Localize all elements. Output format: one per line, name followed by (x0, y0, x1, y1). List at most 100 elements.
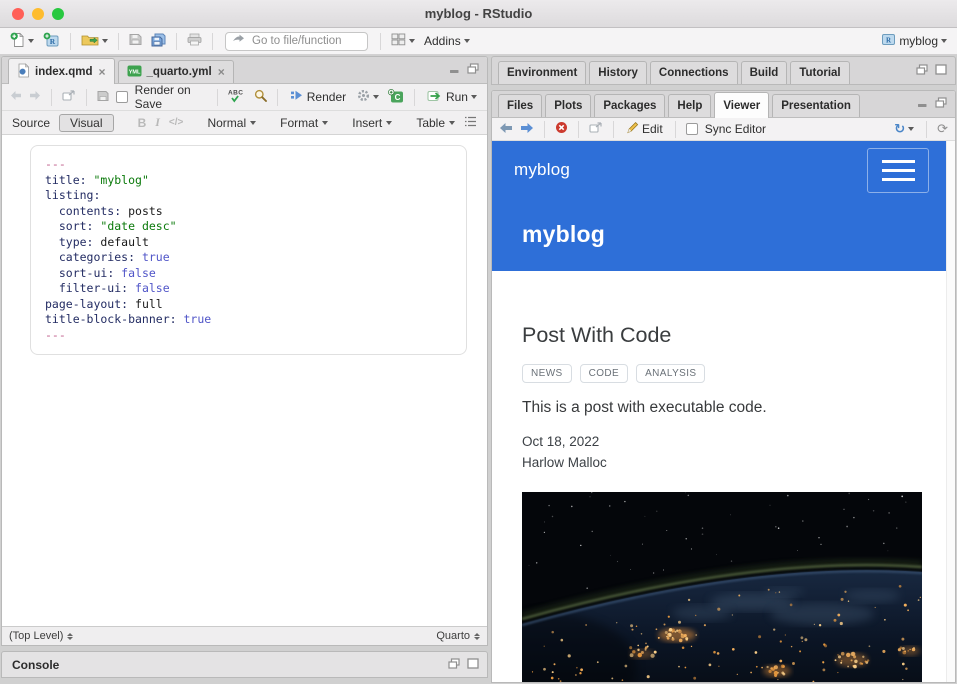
open-in-window-icon[interactable] (589, 122, 603, 136)
find-replace-icon[interactable] (254, 89, 267, 105)
tab-index-qmd[interactable]: index.qmd × (8, 58, 115, 84)
maximize-pane-icon[interactable] (467, 61, 479, 79)
open-in-window-icon[interactable] (62, 90, 76, 104)
pane-window-buttons (441, 57, 487, 83)
hamburger-menu-button[interactable] (867, 148, 929, 193)
table-menu[interactable]: Table (416, 116, 455, 130)
code-button[interactable]: </> (169, 117, 183, 128)
pane-window-buttons (909, 91, 955, 117)
tab-connections[interactable]: Connections (650, 61, 738, 84)
addins-label: Addins (424, 34, 461, 48)
viewer-back-icon[interactable] (499, 122, 513, 137)
minimize-window-button[interactable] (32, 8, 44, 20)
restore-pane-icon[interactable] (916, 62, 928, 80)
tab-history[interactable]: History (589, 61, 647, 84)
print-button[interactable] (185, 32, 204, 50)
viewer-body: myblog myblog Post With Code NEWS CODE A… (492, 141, 955, 682)
new-project-button[interactable]: R (41, 31, 62, 52)
filetype-selector[interactable]: Quarto (436, 630, 480, 642)
viewer-forward-icon[interactable] (520, 122, 534, 137)
restore-pane-icon[interactable] (448, 658, 460, 672)
toolbar-separator (926, 121, 927, 138)
back-icon[interactable] (10, 90, 22, 104)
rendered-site: myblog myblog Post With Code NEWS CODE A… (492, 141, 946, 682)
pane-window-buttons (440, 652, 487, 677)
insert-menu[interactable]: Insert (352, 116, 392, 130)
format-menu[interactable]: Format (280, 116, 328, 130)
insert-chunk-button[interactable]: C (388, 89, 404, 106)
goto-file-search[interactable] (225, 32, 368, 51)
minimize-pane-icon[interactable] (917, 95, 928, 113)
save-button[interactable] (127, 32, 144, 50)
italic-button[interactable]: I (155, 115, 160, 130)
post-author: Harlow Malloc (522, 455, 946, 470)
tab-presentation[interactable]: Presentation (772, 94, 860, 117)
pencil-icon (626, 121, 639, 137)
filetype-label: Quarto (436, 630, 470, 642)
site-banner: myblog myblog (492, 141, 946, 271)
bold-button[interactable]: B (138, 116, 147, 130)
tab-quarto-yml[interactable]: YML _quarto.yml × (118, 60, 234, 83)
visual-mode-button[interactable]: Visual (59, 114, 113, 132)
new-file-dropdown-caret (28, 39, 34, 43)
stop-icon[interactable] (555, 121, 568, 137)
close-tab-icon[interactable]: × (99, 66, 106, 78)
source-editor-pane: index.qmd × YML _quarto.yml × (1, 56, 488, 646)
minimize-pane-icon[interactable] (449, 61, 460, 79)
post-description: This is a post with executable code. (522, 399, 946, 417)
paragraph-style-dropdown[interactable]: Normal (207, 116, 256, 130)
tab-help[interactable]: Help (668, 94, 711, 117)
category-badge[interactable]: NEWS (522, 364, 572, 383)
open-file-button[interactable] (79, 32, 110, 50)
goto-arrow-icon (232, 34, 245, 48)
quarto-document-icon (17, 63, 30, 81)
edit-button[interactable]: Edit (624, 120, 665, 138)
refresh-icon[interactable]: ⟳ (937, 123, 948, 136)
outline-toggle-icon[interactable] (464, 116, 477, 130)
toolbar-separator (675, 121, 676, 138)
viewer-scrollbar[interactable] (946, 141, 955, 682)
source-mode-button[interactable]: Source (12, 116, 50, 130)
addins-button[interactable]: Addins (422, 33, 472, 49)
new-file-button[interactable] (8, 31, 36, 52)
panes-layout-button[interactable] (389, 32, 417, 50)
category-badge[interactable]: CODE (580, 364, 629, 383)
render-button[interactable]: Render (288, 89, 348, 105)
tab-viewer[interactable]: Viewer (714, 92, 769, 118)
forward-icon[interactable] (29, 90, 41, 104)
close-window-button[interactable] (12, 8, 24, 20)
tab-files[interactable]: Files (498, 94, 542, 117)
sync-editor-checkbox[interactable] (686, 123, 698, 135)
tab-build[interactable]: Build (741, 61, 788, 84)
render-options-button[interactable] (355, 88, 381, 106)
tab-label: index.qmd (35, 66, 93, 78)
maximize-pane-icon[interactable] (935, 62, 947, 80)
toolbar-separator (578, 121, 579, 138)
run-button[interactable]: Run (425, 89, 479, 106)
site-navbar-brand[interactable]: myblog (514, 160, 570, 180)
goto-file-input[interactable] (250, 34, 361, 48)
run-options-caret (471, 95, 477, 99)
zoom-window-button[interactable] (52, 8, 64, 20)
save-icon[interactable] (97, 90, 109, 105)
maximize-pane-icon[interactable] (467, 658, 479, 672)
project-menu-button[interactable]: R myblog (879, 32, 949, 50)
tab-tutorial[interactable]: Tutorial (790, 61, 849, 84)
maximize-pane-icon[interactable] (935, 95, 947, 113)
tab-environment[interactable]: Environment (498, 61, 586, 84)
render-on-save-checkbox[interactable] (116, 91, 128, 103)
new-project-icon: R (43, 32, 60, 51)
spellcheck-icon[interactable]: ABC (228, 88, 247, 106)
tab-plots[interactable]: Plots (545, 94, 591, 117)
format-menu-label: Format (280, 116, 318, 130)
editor-canvas[interactable]: ---title: "myblog"listing: contents: pos… (2, 135, 487, 626)
yaml-metadata-block[interactable]: ---title: "myblog"listing: contents: pos… (30, 145, 467, 355)
save-icon (129, 33, 142, 49)
category-badge[interactable]: ANALYSIS (636, 364, 705, 383)
scope-selector[interactable]: (Top Level) (9, 630, 73, 642)
publish-button[interactable]: ↻ (892, 122, 916, 137)
tab-packages[interactable]: Packages (594, 94, 665, 117)
close-tab-icon[interactable]: × (218, 66, 225, 78)
format-toolbar: Source Visual B I </> Normal Format (2, 111, 487, 135)
save-all-button[interactable] (149, 32, 168, 51)
